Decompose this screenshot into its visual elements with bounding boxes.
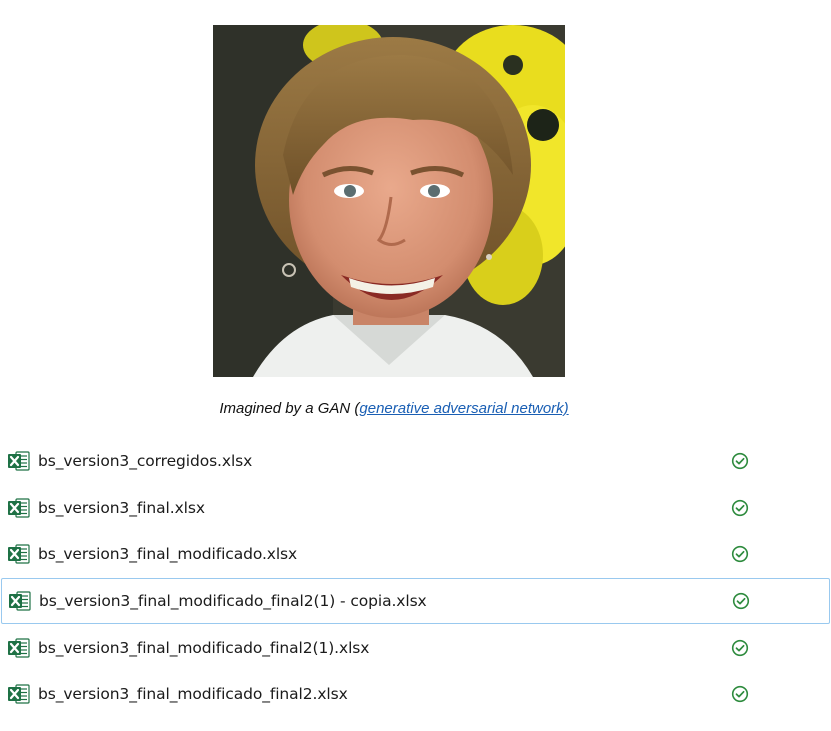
file-row[interactable]: bs_version3_corregidos.xlsx xyxy=(0,438,831,485)
excel-file-icon xyxy=(7,497,31,519)
file-row[interactable]: bs_version3_final_modificado_final2(1).x… xyxy=(0,624,831,671)
synced-check-icon xyxy=(731,499,749,517)
synced-check-icon xyxy=(732,592,750,610)
synced-check-icon xyxy=(731,545,749,563)
file-name: bs_version3_final.xlsx xyxy=(38,498,205,517)
image-caption: Imagined by a GAN (generative adversaria… xyxy=(0,400,788,417)
file-row[interactable]: bs_version3_final_modificado_final2.xlsx xyxy=(0,671,831,718)
excel-file-icon xyxy=(7,637,31,659)
excel-file-icon xyxy=(7,543,31,565)
file-list: bs_version3_corregidos.xlsx bs_version3_… xyxy=(0,438,831,718)
caption-link[interactable]: generative adversarial network) xyxy=(359,400,568,417)
file-name: bs_version3_final_modificado_final2.xlsx xyxy=(38,685,348,704)
portrait-image xyxy=(213,25,565,377)
file-row[interactable]: bs_version3_final_modificado.xlsx xyxy=(0,531,831,578)
caption-text: Imagined by a GAN ( xyxy=(219,400,360,417)
excel-file-icon xyxy=(8,590,32,612)
file-name: bs_version3_corregidos.xlsx xyxy=(38,452,253,471)
excel-file-icon xyxy=(7,450,31,472)
synced-check-icon xyxy=(731,639,749,657)
synced-check-icon xyxy=(731,685,749,703)
synced-check-icon xyxy=(731,452,749,470)
excel-file-icon xyxy=(7,683,31,705)
file-row[interactable]: bs_version3_final.xlsx xyxy=(0,485,831,532)
file-row[interactable]: bs_version3_final_modificado_final2(1) -… xyxy=(1,577,830,625)
file-name: bs_version3_final_modificado_final2(1) -… xyxy=(39,592,427,611)
file-name: bs_version3_final_modificado.xlsx xyxy=(38,545,298,564)
file-name: bs_version3_final_modificado_final2(1).x… xyxy=(38,638,370,657)
